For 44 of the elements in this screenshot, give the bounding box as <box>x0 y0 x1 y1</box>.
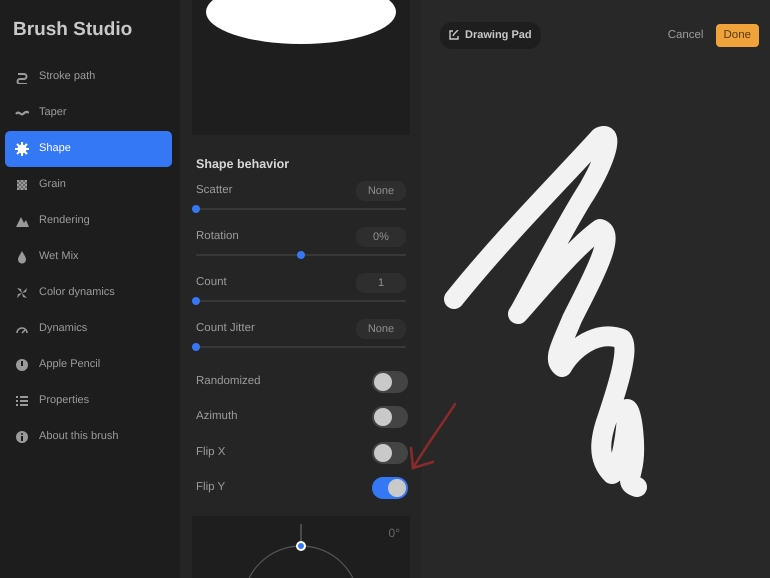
edit-icon <box>449 30 459 40</box>
cancel-button[interactable]: Cancel <box>656 26 716 44</box>
toggle-switch[interactable] <box>372 370 408 392</box>
info-icon <box>15 430 29 444</box>
sidebar-item[interactable]: Apple Pencil <box>5 346 172 382</box>
sidebar-item[interactable]: Stroke path <box>5 58 172 94</box>
slider-label: Scatter <box>196 183 232 198</box>
sidebar-title: Brush Studio <box>13 18 134 42</box>
sidebar-item[interactable]: Grain <box>5 166 172 202</box>
slider-label: Rotation <box>196 229 239 244</box>
sidebar-item[interactable]: Rendering <box>5 202 172 238</box>
value-pill: 0% <box>356 226 406 247</box>
toggle-switch[interactable] <box>372 477 408 499</box>
toggle-label: Flip Y <box>196 480 226 496</box>
done-button[interactable]: Done <box>716 24 759 47</box>
pinwheel-icon <box>15 286 29 300</box>
sidebar-item[interactable]: Taper <box>5 94 172 130</box>
slider-label: Count <box>196 275 227 290</box>
slider-thumb[interactable] <box>192 296 200 305</box>
toggle-label: Flip X <box>196 444 226 460</box>
slider-thumb[interactable] <box>297 250 305 259</box>
angle-readout: 0° <box>388 524 400 542</box>
toggle-label: Randomized <box>196 374 261 389</box>
sidebar-item[interactable]: Properties <box>5 382 172 418</box>
grain-pattern-icon <box>15 178 29 192</box>
section-title: Shape behavior <box>196 156 290 173</box>
toggle-label: Azimuth <box>196 409 238 424</box>
sidebar-item[interactable]: Dynamics <box>5 310 172 346</box>
gear-icon <box>15 142 29 156</box>
slider-label: Count Jitter <box>196 321 255 336</box>
slider-thumb[interactable] <box>192 204 200 213</box>
droplet-icon <box>15 250 29 264</box>
sidebar-item[interactable]: Shape <box>5 130 172 166</box>
toggle-switch[interactable] <box>372 406 408 428</box>
list-icon <box>15 394 29 408</box>
value-pill: None <box>356 318 406 339</box>
toggle-switch[interactable] <box>372 442 408 464</box>
value-pill: None <box>356 180 406 201</box>
drawing-pad-button[interactable]: Drawing Pad <box>440 22 541 48</box>
sidebar-item[interactable]: Wet Mix <box>5 238 172 274</box>
sidebar-item[interactable]: About this brush <box>5 418 172 454</box>
value-pill: 1 <box>356 272 406 293</box>
sidebar-item[interactable]: Color dynamics <box>5 274 172 310</box>
slider-thumb[interactable] <box>192 342 200 351</box>
